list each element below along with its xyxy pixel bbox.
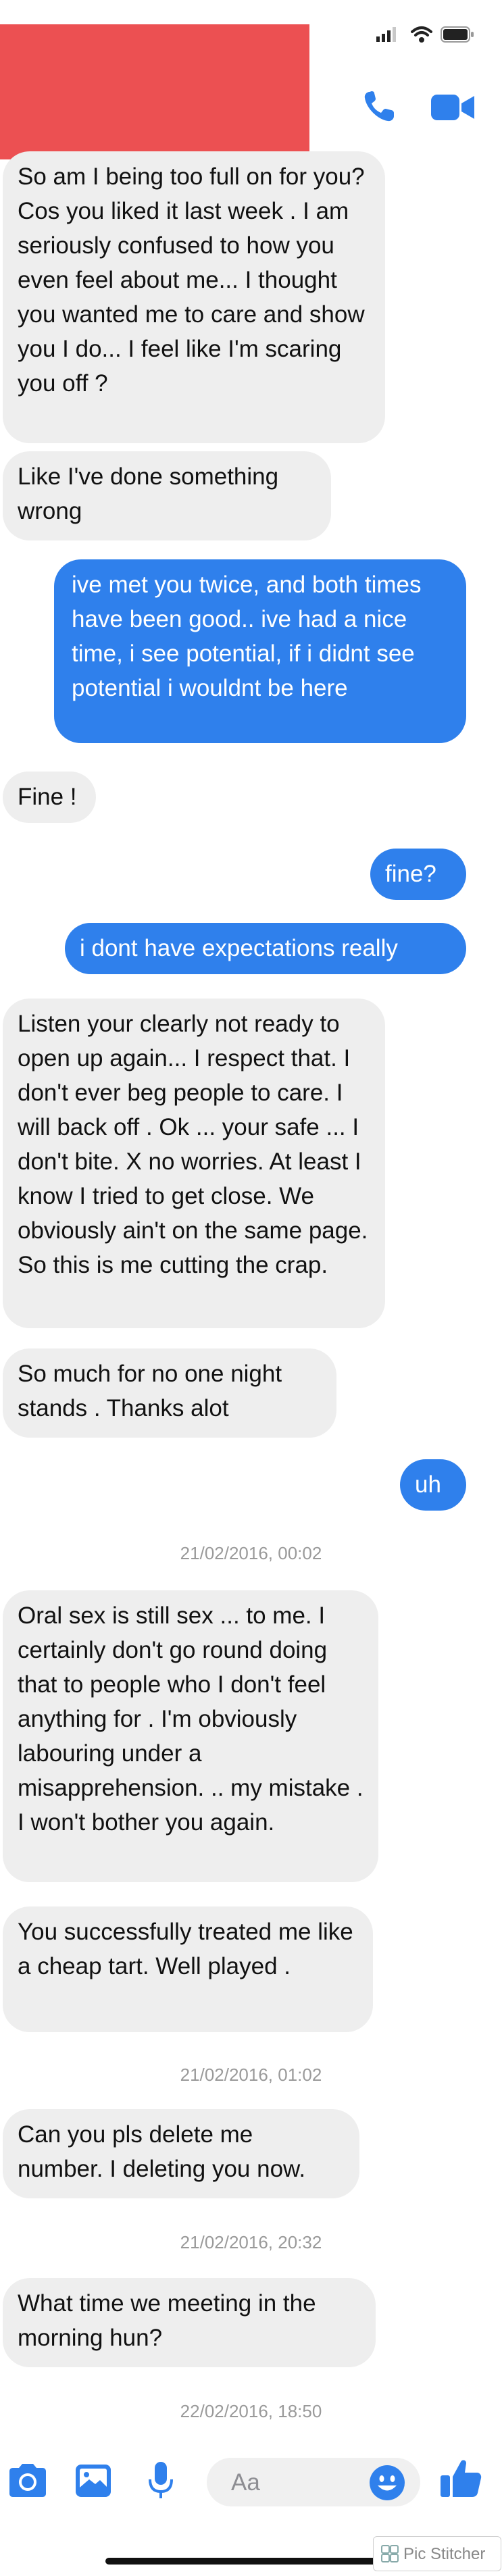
signal-bars-icon bbox=[376, 27, 397, 42]
camera-icon[interactable] bbox=[7, 2462, 49, 2498]
emoji-icon[interactable] bbox=[369, 2465, 405, 2501]
pic-stitcher-watermark: Pic Stitcher bbox=[373, 2536, 501, 2571]
watermark-text: Pic Stitcher bbox=[403, 2545, 486, 2563]
battery-icon bbox=[441, 26, 474, 43]
message-bubble-outgoing: uh bbox=[400, 1459, 466, 1511]
wifi-icon bbox=[411, 26, 432, 43]
message-bubble-outgoing: i dont have expectations really bbox=[65, 923, 466, 974]
message-bubble-incoming: So am I being too full on for you? Cos y… bbox=[3, 151, 385, 443]
redacted-contact-header bbox=[0, 24, 309, 159]
message-bubble-outgoing: ive met you twice, and both times have b… bbox=[54, 559, 466, 743]
message-bubble-outgoing: fine? bbox=[370, 849, 466, 900]
message-bubble-incoming: Like I've done something wrong bbox=[3, 451, 331, 540]
thumbs-up-icon[interactable] bbox=[439, 2456, 482, 2500]
pic-stitcher-logo-icon bbox=[380, 2544, 399, 2563]
message-bubble-incoming: Oral sex is still sex ... to me. I certa… bbox=[3, 1590, 378, 1882]
phone-icon[interactable] bbox=[360, 88, 398, 126]
message-bubble-incoming: So much for no one night stands . Thanks… bbox=[3, 1348, 336, 1438]
video-camera-icon[interactable] bbox=[431, 92, 476, 123]
microphone-icon[interactable] bbox=[147, 2460, 174, 2501]
message-bubble-incoming: What time we meeting in the morning hun? bbox=[3, 2278, 376, 2367]
message-bubble-incoming: Fine ! bbox=[3, 772, 96, 823]
timestamp: 22/02/2016, 18:50 bbox=[180, 2401, 322, 2421]
message-bubble-incoming: You successfully treated me like a cheap… bbox=[3, 1906, 373, 2032]
message-input-placeholder: Aa bbox=[231, 2469, 260, 2496]
message-bubble-incoming: Listen your clearly not ready to open up… bbox=[3, 999, 385, 1328]
timestamp: 21/02/2016, 00:02 bbox=[180, 1543, 322, 1563]
timestamp: 21/02/2016, 20:32 bbox=[180, 2232, 322, 2252]
timestamp: 21/02/2016, 01:02 bbox=[180, 2065, 322, 2085]
message-bubble-incoming: Can you pls delete me number. I deleting… bbox=[3, 2109, 359, 2198]
home-indicator bbox=[105, 2558, 382, 2565]
image-icon[interactable] bbox=[74, 2463, 112, 2498]
